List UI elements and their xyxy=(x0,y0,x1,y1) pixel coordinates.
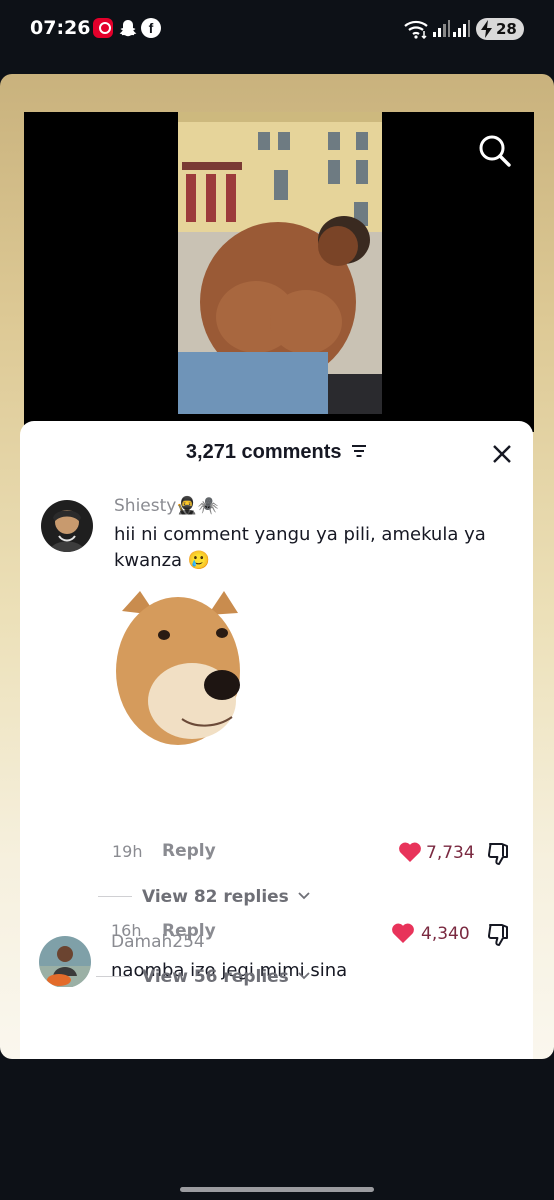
reply-button[interactable]: Reply xyxy=(162,841,216,861)
comments-sheet: 3,271 comments Shiesty🥷🕷️ hii ni comment… xyxy=(20,421,533,987)
airtel-icon xyxy=(93,18,113,38)
comment-count-label: 3,271 comments xyxy=(185,441,342,463)
replies-divider xyxy=(96,976,130,977)
signal-icon xyxy=(453,20,470,37)
wifi-icon xyxy=(404,20,428,39)
home-indicator[interactable] xyxy=(180,1187,374,1192)
comment-text: hii ni comment yangu ya pili, amekula ya… xyxy=(114,522,494,574)
status-time: 07:26 xyxy=(30,17,91,39)
replies-divider xyxy=(98,896,132,897)
close-icon[interactable] xyxy=(491,443,513,465)
comment-body: hii ni comment yangu ya pili, amekula ya… xyxy=(114,524,486,571)
snapchat-icon xyxy=(118,18,138,38)
charging-icon xyxy=(481,20,492,38)
battery-indicator: 28 xyxy=(476,18,524,40)
signal-icon xyxy=(433,20,450,37)
video-thumbnail[interactable] xyxy=(178,112,382,414)
heart-icon xyxy=(399,842,421,862)
dog-sticker-image[interactable] xyxy=(112,591,244,751)
avatar[interactable] xyxy=(41,500,93,552)
comment-count-title[interactable]: 3,271 comments xyxy=(20,441,533,464)
smile-tear-emoji: 🥲 xyxy=(187,550,211,571)
view-replies-button[interactable]: View 56 replies xyxy=(142,967,310,987)
shared-post-card: 3,271 comments Shiesty🥷🕷️ hii ni comment… xyxy=(0,74,554,1059)
comment-username[interactable]: Shiesty🥷🕷️ xyxy=(114,496,219,516)
reply-button[interactable]: Reply xyxy=(162,921,216,941)
dislike-icon[interactable] xyxy=(486,841,512,867)
heart-icon xyxy=(392,923,414,943)
status-indicators: 28 xyxy=(404,16,524,42)
video-player[interactable] xyxy=(24,112,534,432)
status-bar: 07:26 f 28 xyxy=(0,0,554,60)
like-count: 7,734 xyxy=(426,843,475,863)
like-button[interactable]: 4,340 xyxy=(391,921,481,947)
chevron-down-icon xyxy=(298,891,310,899)
sort-icon[interactable] xyxy=(351,444,367,458)
search-icon[interactable] xyxy=(478,134,512,168)
comment-time: 16h xyxy=(111,921,142,940)
facebook-icon: f xyxy=(141,18,161,38)
view-replies-label: View 82 replies xyxy=(142,887,289,907)
view-replies-label: View 56 replies xyxy=(142,967,289,987)
dislike-icon[interactable] xyxy=(486,922,512,948)
comments-header: 3,271 comments xyxy=(20,421,533,483)
chevron-down-icon xyxy=(298,971,310,979)
battery-level: 28 xyxy=(496,20,517,38)
like-count: 4,340 xyxy=(421,924,470,944)
avatar[interactable] xyxy=(39,936,91,987)
view-replies-button[interactable]: View 82 replies xyxy=(142,887,310,907)
comments-sheet-continuation: 16h xyxy=(20,921,533,1059)
like-button[interactable]: 7,734 xyxy=(398,840,488,866)
comment-time: 19h xyxy=(112,842,143,861)
